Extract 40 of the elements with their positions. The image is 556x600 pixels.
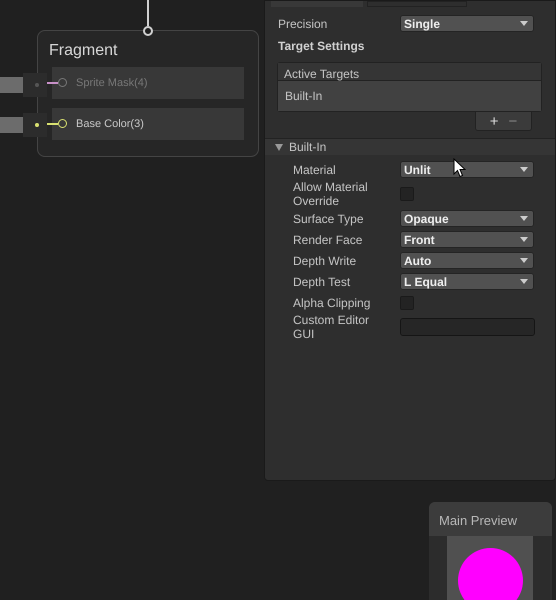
dropdown[interactable]: L Equal — [400, 273, 534, 290]
foldout-title: Built-In — [289, 139, 326, 156]
field-label: Material — [293, 162, 337, 176]
caret-icon — [520, 21, 528, 26]
dropdown[interactable]: Front — [400, 231, 534, 248]
caret-icon — [520, 258, 528, 263]
field-label: Depth Test — [293, 274, 352, 288]
input-value-field[interactable] — [0, 117, 23, 133]
field-label: Precision — [278, 16, 328, 30]
expand-triangle-icon — [275, 144, 283, 150]
list-item[interactable]: Built-In — [278, 81, 541, 111]
section-title: Target Settings — [278, 38, 366, 55]
caret-icon — [520, 216, 528, 221]
dropdown[interactable]: Auto — [400, 252, 534, 269]
connection-wire — [147, 0, 149, 26]
field-label: Allow Material Override — [293, 180, 369, 208]
field-label: Render Face — [293, 232, 364, 246]
text-field[interactable] — [400, 318, 535, 336]
field-label: Surface Type — [293, 212, 364, 226]
caret-icon — [520, 237, 528, 242]
preview-title: Main Preview — [429, 502, 552, 536]
port-dot — [35, 123, 39, 127]
mouse-cursor-icon — [453, 158, 466, 178]
precision-dropdown[interactable]: Single — [400, 15, 534, 32]
port-label: Base Color(3) — [76, 116, 144, 132]
list-header: Active Targets — [278, 63, 541, 81]
port-label: Sprite Mask(4) — [76, 76, 148, 91]
dropdown[interactable]: Unlit — [400, 161, 534, 178]
field-label: Custom Editor GUI — [293, 313, 370, 341]
add-button[interactable]: + — [490, 114, 498, 128]
port-dot — [35, 83, 39, 87]
field-label: Depth Write — [293, 254, 358, 268]
field-label: Alpha Clipping — [293, 296, 372, 310]
caret-icon — [520, 279, 528, 284]
foldout-header[interactable]: Built-In — [265, 138, 555, 155]
dropdown[interactable]: Opaque — [400, 210, 534, 227]
node-title: Fragment — [49, 41, 118, 61]
sphere-preview — [458, 548, 523, 600]
caret-icon — [520, 167, 528, 172]
input-value-field[interactable] — [0, 77, 23, 93]
